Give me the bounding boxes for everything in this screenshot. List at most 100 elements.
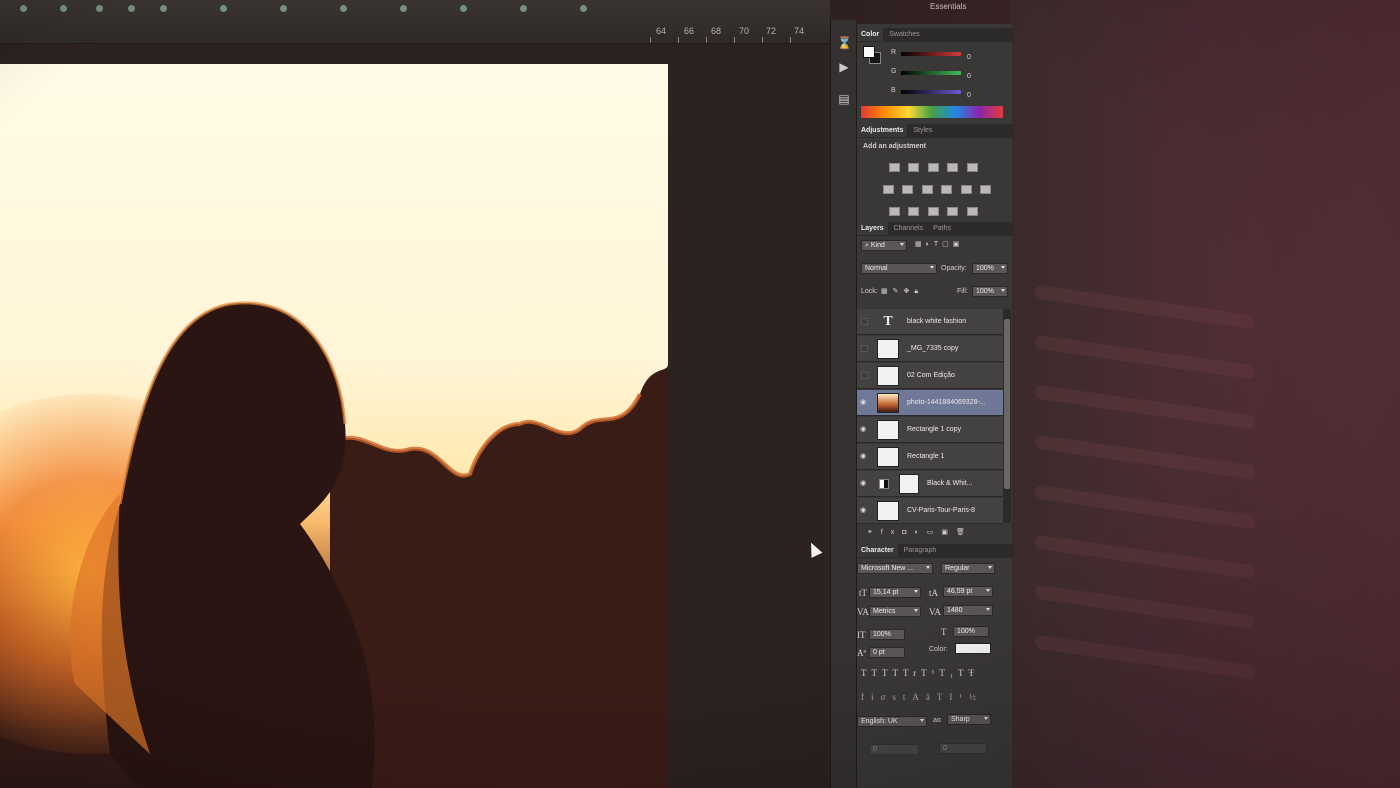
channel-value[interactable]: 0: [967, 92, 971, 99]
channel-value[interactable]: 0: [967, 54, 971, 61]
channel-mixer-icon[interactable]: [960, 185, 972, 194]
posterize-icon[interactable]: [908, 207, 920, 216]
kerning-icon: VA: [857, 607, 869, 617]
eye-icon[interactable]: ◉: [860, 398, 869, 406]
text-style-buttons[interactable]: TTTTTrT¹T₁TŦ: [861, 668, 979, 678]
channel-value[interactable]: 0: [967, 73, 971, 80]
layer-row[interactable]: 02 Com Edição: [857, 363, 1003, 389]
selective-color-icon[interactable]: [966, 207, 978, 216]
color-panel-tabs: Color Swatches: [857, 28, 1013, 42]
tab-character[interactable]: Character: [857, 544, 898, 557]
eye-icon[interactable]: ◉: [860, 479, 869, 487]
layer-thumbnail: [877, 420, 899, 440]
adjustments-panel-tabs: Adjustments Styles: [857, 124, 1013, 138]
fill-field[interactable]: 100%: [972, 286, 1008, 297]
layer-row[interactable]: ◉ Black & Whit...: [857, 471, 1003, 497]
tab-channels[interactable]: Channels: [890, 222, 928, 235]
ruler-label: 64: [656, 26, 667, 36]
eye-icon[interactable]: ◉: [860, 506, 869, 514]
layer-row[interactable]: ◉ photo-1441884069328-...: [857, 390, 1003, 416]
visibility-toggle[interactable]: [861, 318, 868, 325]
color-lookup-icon[interactable]: [980, 185, 992, 194]
document-workspace[interactable]: [0, 44, 830, 788]
language-dropdown[interactable]: English: UK: [857, 716, 927, 727]
levels-icon[interactable]: [908, 163, 920, 172]
eye-icon[interactable]: ◉: [860, 452, 869, 460]
baseline-shift-field[interactable]: 0 pt: [869, 647, 905, 658]
tab-adjustments[interactable]: Adjustments: [857, 124, 908, 137]
threshold-icon[interactable]: [927, 207, 939, 216]
leading-field[interactable]: 46,59 pt: [943, 586, 993, 597]
antialias-dropdown[interactable]: Sharp: [947, 714, 991, 725]
visibility-toggle[interactable]: [861, 345, 868, 352]
tracking-field[interactable]: 1480: [943, 605, 993, 616]
play-actions-icon[interactable]: ▶: [837, 60, 851, 74]
layers-scrollbar[interactable]: [1003, 309, 1011, 523]
brightness-icon[interactable]: [889, 163, 900, 172]
font-size-value: 15,14 pt: [873, 589, 899, 596]
black-white-icon[interactable]: [921, 185, 933, 194]
curves-icon[interactable]: [927, 163, 939, 172]
tab-layers[interactable]: Layers: [857, 222, 888, 235]
ruler-marker: [128, 5, 135, 12]
tab-paragraph[interactable]: Paragraph: [900, 544, 941, 557]
horizontal-scale-field[interactable]: 100%: [953, 626, 989, 637]
layer-row[interactable]: ◉ Rectangle 1: [857, 444, 1003, 470]
color-spectrum-ramp[interactable]: [861, 106, 1003, 118]
opacity-field[interactable]: 100%: [972, 263, 1008, 274]
gradient-map-icon[interactable]: [947, 207, 959, 216]
tab-styles[interactable]: Styles: [909, 124, 936, 137]
layer-filter-icons[interactable]: ▦◐T▢▣: [915, 240, 963, 248]
visibility-toggle[interactable]: [861, 372, 868, 379]
layer-row[interactable]: Tblack white fashion: [857, 309, 1003, 335]
workspace-switcher[interactable]: Essentials: [930, 2, 966, 11]
layer-row[interactable]: _MG_7335 copy: [857, 336, 1003, 362]
red-slider[interactable]: [901, 52, 961, 56]
adjustment-icons-row-3: [887, 203, 980, 221]
eye-icon[interactable]: ◉: [860, 425, 869, 433]
font-size-icon: tT: [859, 588, 867, 598]
document-canvas[interactable]: [0, 64, 668, 788]
horizontal-ruler[interactable]: 64 66 68 70 72 74: [0, 0, 830, 44]
antialias-icon: aɑ: [933, 717, 941, 724]
lock-icons[interactable]: ▦✎✥🔒︎: [881, 287, 923, 296]
tab-swatches[interactable]: Swatches: [885, 28, 923, 41]
foreground-color-swatch[interactable]: [863, 46, 875, 58]
photo-filter-icon[interactable]: [941, 185, 953, 194]
layer-row[interactable]: ◉ Rectangle 1 copy: [857, 417, 1003, 443]
opentype-buttons[interactable]: fiσstAāTI¹½: [861, 692, 983, 702]
color-balance-icon[interactable]: [902, 185, 914, 194]
horizontal-scale-icon: T: [941, 627, 947, 637]
vertical-scale-field[interactable]: 100%: [869, 629, 905, 640]
kerning-value: Metrics: [873, 608, 896, 615]
font-style-dropdown[interactable]: Regular: [941, 563, 995, 574]
layer-row[interactable]: ◉ CV-Paris-Tour-Paris-8: [857, 498, 1003, 524]
hue-saturation-icon[interactable]: [883, 185, 894, 194]
mouse-cursor-icon: [805, 540, 823, 558]
tab-paths[interactable]: Paths: [929, 222, 955, 235]
exposure-icon[interactable]: [947, 163, 959, 172]
extra-field-1[interactable]: 0: [869, 744, 919, 755]
tab-color[interactable]: Color: [857, 28, 884, 41]
green-slider[interactable]: [901, 71, 961, 75]
text-color-swatch[interactable]: [955, 643, 991, 654]
blue-slider[interactable]: [901, 90, 961, 94]
font-size-field[interactable]: 15,14 pt: [869, 587, 921, 598]
history-icon[interactable]: ⌛: [837, 36, 852, 50]
layer-filter-dropdown[interactable]: ⌕ Kind: [861, 240, 907, 251]
font-family-dropdown[interactable]: Microsoft New ...: [857, 563, 933, 574]
layer-thumbnail: [877, 366, 899, 386]
blend-mode-dropdown[interactable]: Normal: [861, 263, 937, 274]
properties-icon[interactable]: ▤: [837, 92, 851, 106]
vibrance-icon[interactable]: [966, 163, 978, 172]
leading-value: 46,59 pt: [947, 588, 973, 595]
layer-actions-bar[interactable]: ⚭fx◘◐▭▣🗑︎: [867, 528, 973, 536]
ruler-marker: [580, 5, 587, 12]
scrollbar-thumb[interactable]: [1004, 319, 1010, 489]
ruler-marker: [60, 5, 67, 12]
kerning-dropdown[interactable]: Metrics: [869, 606, 921, 617]
invert-icon[interactable]: [889, 207, 900, 216]
fill-label: Fill:: [957, 288, 968, 295]
layers-list[interactable]: Tblack white fashion _MG_7335 copy 02 Com …: [857, 309, 1003, 524]
extra-field-2[interactable]: 0: [939, 743, 987, 754]
